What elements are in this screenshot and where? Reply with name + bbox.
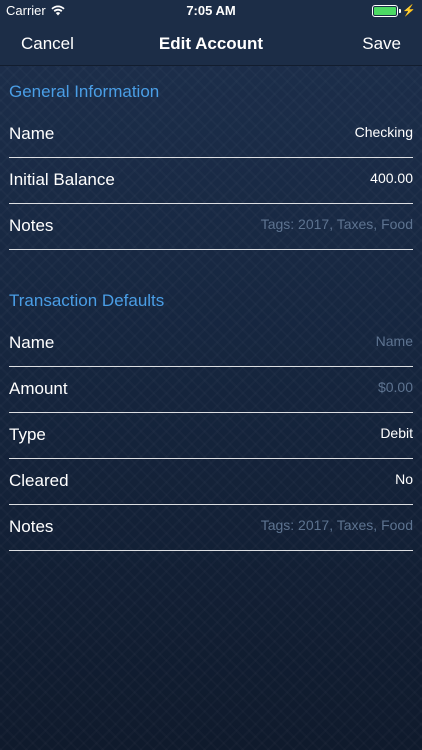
row-default-cleared[interactable]: Cleared No <box>9 459 413 505</box>
row-default-name[interactable]: Name <box>9 321 413 367</box>
row-label: Notes <box>9 216 54 235</box>
row-account-name[interactable]: Name <box>9 112 413 158</box>
row-initial-balance[interactable]: Initial Balance <box>9 158 413 204</box>
row-label: Name <box>9 124 55 143</box>
default-amount-field[interactable] <box>173 379 413 395</box>
battery-indicator: ⚡ <box>372 5 416 17</box>
row-label: Amount <box>9 379 68 398</box>
row-label: Initial Balance <box>9 170 115 189</box>
section-header-defaults: Transaction Defaults <box>9 291 165 310</box>
row-label: Type <box>9 425 46 444</box>
battery-icon <box>372 5 402 17</box>
save-button[interactable]: Save <box>362 34 401 54</box>
status-bar: Carrier 7:05 AM ⚡ <box>0 0 422 22</box>
row-label: Notes <box>9 517 54 536</box>
row-default-amount[interactable]: Amount <box>9 367 413 413</box>
battery-level-fill <box>374 7 397 15</box>
row-default-notes[interactable]: Notes <box>9 505 413 551</box>
default-cleared-value[interactable]: No <box>173 471 413 487</box>
account-notes-field[interactable] <box>173 216 413 232</box>
charging-bolt-icon: ⚡ <box>402 5 416 17</box>
initial-balance-field[interactable] <box>173 170 413 186</box>
cancel-button[interactable]: Cancel <box>21 34 74 54</box>
default-type-value[interactable]: Debit <box>173 425 413 441</box>
default-notes-field[interactable] <box>173 517 413 533</box>
row-account-notes[interactable]: Notes <box>9 204 413 250</box>
default-name-field[interactable] <box>173 333 413 349</box>
row-default-type[interactable]: Type Debit <box>9 413 413 459</box>
navigation-bar: Cancel Edit Account Save <box>0 22 422 66</box>
row-label: Cleared <box>9 471 69 490</box>
row-label: Name <box>9 333 55 352</box>
status-time: 7:05 AM <box>186 3 236 18</box>
section-header-general: General Information <box>9 82 160 101</box>
form-content: General Information Name Initial Balance… <box>0 66 422 551</box>
account-name-field[interactable] <box>173 124 413 140</box>
